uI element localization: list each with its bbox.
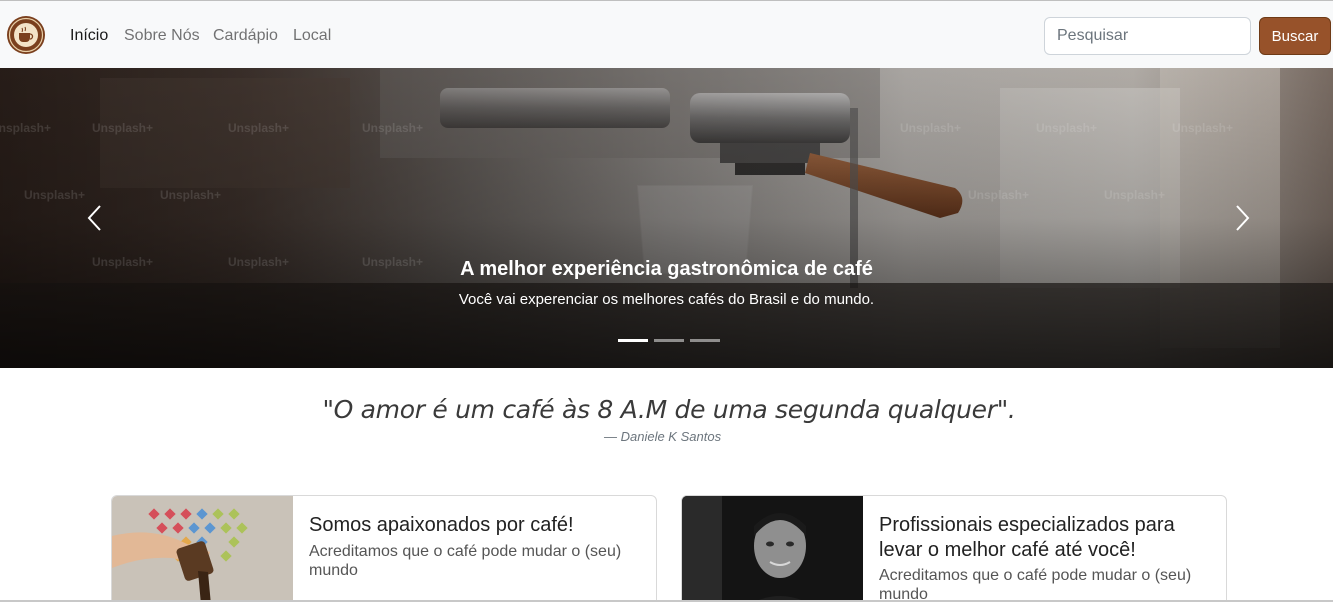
card-passionate: Somos apaixonados por café! Acreditamos … [111, 495, 657, 602]
card-text: Acreditamos que o café pode mudar o (seu… [309, 543, 622, 579]
watermark-text: Unsplash+ [1036, 121, 1098, 135]
nav-link-cardapio[interactable]: Cardápio [213, 26, 278, 46]
watermark-text: Unsplash+ [160, 188, 222, 202]
watermark-text: Unsplash+ [228, 121, 290, 135]
navbar: Início Sobre Nós Cardápio Local Buscar [0, 0, 1333, 68]
coffee-pour-image [112, 496, 293, 602]
watermark-text: Unsplash+ [1104, 188, 1166, 202]
card-professionals: Profissionais especializados para levar … [681, 495, 1227, 602]
watermark-text: Unsplash+ [900, 121, 962, 135]
watermark-text: Unsplash+ [24, 188, 86, 202]
nav-link-inicio[interactable]: Início [70, 26, 108, 46]
chevron-right-icon[interactable] [1227, 198, 1257, 238]
carousel-caption-title: A melhor experiência gastronômica de caf… [460, 258, 873, 280]
nav-link-local[interactable]: Local [293, 26, 331, 46]
barista-photo-image [682, 496, 863, 602]
coffee-logo-icon[interactable] [6, 15, 46, 55]
watermark-text: Unsplash+ [0, 121, 52, 135]
watermark-text: Unsplash+ [1172, 121, 1234, 135]
quote-author: — Daniele K Santos [604, 429, 722, 444]
watermark-text: Unsplash+ [362, 121, 424, 135]
watermark-text: Unsplash+ [968, 188, 1030, 202]
carousel-caption-text: Você vai experenciar os melhores cafés d… [458, 291, 875, 308]
carousel-indicator-3[interactable] [690, 339, 720, 342]
card-text: Acreditamos que o café pode mudar o (seu… [879, 567, 1192, 602]
search-button[interactable]: Buscar [1259, 17, 1331, 55]
chevron-left-icon[interactable] [80, 198, 110, 238]
hero-carousel: Unsplash+ Unsplash+ Unsplash+ Unsplash+ … [0, 68, 1333, 368]
carousel-indicator-1[interactable] [618, 339, 648, 342]
search-input[interactable] [1044, 17, 1251, 55]
card-title: Somos apaixonados por café! [309, 514, 574, 536]
quote-text: "O amor é um café às 8 A.M de uma segund… [322, 395, 1016, 424]
card-title: Profissionais especializados para levar … [879, 514, 1175, 561]
watermark-text: Unsplash+ [92, 121, 154, 135]
carousel-indicator-2[interactable] [654, 339, 684, 342]
espresso-machine-image [0, 68, 1333, 368]
nav-link-sobre-nos[interactable]: Sobre Nós [124, 26, 200, 46]
